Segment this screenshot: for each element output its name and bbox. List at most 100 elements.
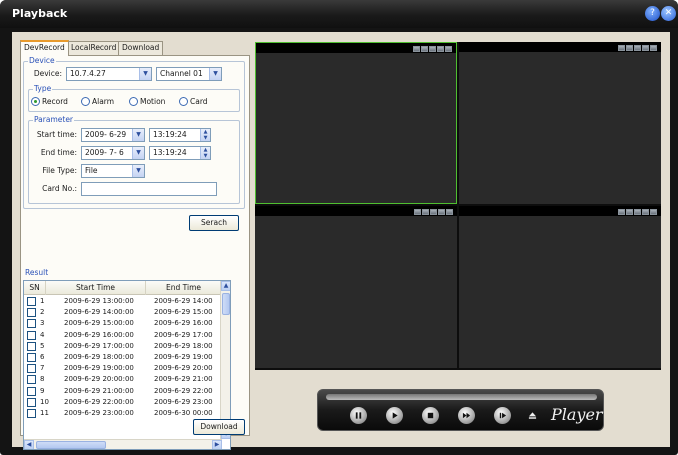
chevron-down-icon[interactable]: ▼	[209, 68, 221, 80]
video-pane-3[interactable]	[255, 206, 457, 368]
row-end-time: 2009-6-29 23:00	[154, 397, 213, 406]
close-icon[interactable]	[445, 46, 452, 52]
row-checkbox[interactable]	[27, 330, 36, 340]
audio-icon[interactable]	[642, 45, 649, 51]
table-row[interactable]: 5 2009-6-29 17:00:00 2009-6-29 18:00	[24, 341, 222, 352]
scroll-thumb[interactable]	[36, 441, 106, 449]
row-checkbox[interactable]	[27, 397, 36, 407]
spin-updown-icon[interactable]: ▲ ▼	[200, 147, 210, 159]
snapshot-icon[interactable]	[414, 209, 421, 215]
end-time-spinner[interactable]: 13:19:24 ▲ ▼	[149, 146, 211, 160]
close-icon[interactable]	[446, 209, 453, 215]
record-icon[interactable]	[422, 209, 429, 215]
column-end-time[interactable]: End Time	[146, 281, 222, 295]
tab-download[interactable]: Download	[118, 41, 164, 55]
download-button[interactable]: Download	[193, 419, 245, 435]
radio-alarm[interactable]: Alarm	[81, 97, 114, 106]
spin-updown-icon[interactable]: ▲ ▼	[200, 129, 210, 141]
row-checkbox[interactable]	[27, 408, 36, 418]
record-icon[interactable]	[626, 209, 633, 215]
start-date-picker[interactable]: 2009- 6-29 ▼	[81, 128, 145, 142]
pause-button[interactable]	[350, 407, 367, 424]
table-row[interactable]: 10 2009-6-29 22:00:00 2009-6-29 23:00	[24, 397, 222, 408]
table-row[interactable]: 3 2009-6-29 15:00:00 2009-6-29 16:00	[24, 318, 222, 329]
device-label: Device:	[33, 69, 62, 78]
chevron-down-icon[interactable]: ▼	[132, 165, 144, 177]
device-select[interactable]: 10.7.4.27 ▼	[66, 67, 152, 81]
chevron-down-icon[interactable]: ▼	[132, 129, 144, 141]
table-row[interactable]: 2 2009-6-29 14:00:00 2009-6-29 15:00	[24, 307, 222, 318]
zoom-icon[interactable]	[634, 45, 641, 51]
record-icon[interactable]	[626, 45, 633, 51]
column-sn[interactable]: SN	[24, 281, 46, 295]
video-pane-4[interactable]	[459, 206, 661, 368]
snapshot-icon[interactable]	[413, 46, 420, 52]
stop-button[interactable]	[422, 407, 439, 424]
card-no-input[interactable]	[81, 182, 217, 196]
video-pane-2[interactable]	[459, 42, 661, 204]
close-icon[interactable]: ✕	[661, 6, 676, 21]
row-checkbox[interactable]	[27, 297, 36, 306]
tab-devrecord[interactable]: DevRecord	[20, 40, 69, 56]
progress-slider[interactable]	[326, 394, 597, 400]
table-row[interactable]: 4 2009-6-29 16:00:00 2009-6-29 17:00	[24, 330, 222, 341]
close-icon[interactable]	[650, 45, 657, 51]
play-button[interactable]	[386, 407, 403, 424]
column-start-time[interactable]: Start Time	[46, 281, 146, 295]
audio-icon[interactable]	[438, 209, 445, 215]
row-start-time: 2009-6-29 21:00:00	[64, 386, 134, 395]
start-time-value: 13:19:24	[153, 130, 187, 139]
step-forward-button[interactable]	[494, 407, 511, 424]
close-icon[interactable]	[650, 209, 657, 215]
channel-select[interactable]: Channel 01 ▼	[156, 67, 222, 81]
audio-icon[interactable]	[437, 46, 444, 52]
row-checkbox[interactable]	[27, 352, 36, 362]
row-checkbox[interactable]	[27, 308, 36, 318]
horizontal-scrollbar[interactable]: ◀ ▶	[24, 439, 222, 449]
table-row[interactable]: 11 2009-6-29 23:00:00 2009-6-30 00:00	[24, 408, 222, 419]
eject-button[interactable]	[524, 407, 541, 424]
row-sn: 3	[40, 319, 45, 328]
row-checkbox[interactable]	[27, 386, 36, 396]
file-type-select[interactable]: File ▼	[81, 164, 145, 178]
radio-record[interactable]: Record	[31, 97, 68, 106]
zoom-icon[interactable]	[430, 209, 437, 215]
chevron-down-icon[interactable]: ▼	[139, 68, 151, 80]
tab-localrecord[interactable]: LocalRecord	[67, 41, 121, 55]
row-checkbox[interactable]	[27, 375, 36, 385]
playback-window: Playback ? ✕ DevRecord LocalRecord Downl…	[0, 0, 678, 455]
start-time-spinner[interactable]: 13:19:24 ▲ ▼	[149, 128, 211, 142]
devrecord-page: Device Device: 10.7.4.27 ▼ Channel 01 ▼ …	[20, 55, 250, 450]
row-checkbox[interactable]	[27, 341, 36, 351]
table-row[interactable]: 8 2009-6-29 20:00:00 2009-6-29 21:00	[24, 374, 222, 385]
scroll-left-icon[interactable]: ◀	[24, 440, 34, 449]
table-row[interactable]: 7 2009-6-29 19:00:00 2009-6-29 20:00	[24, 363, 222, 374]
search-button[interactable]: Serach	[189, 215, 239, 231]
table-row[interactable]: 6 2009-6-29 18:00:00 2009-6-29 19:00	[24, 352, 222, 363]
scroll-thumb[interactable]	[222, 293, 230, 315]
help-icon[interactable]: ?	[645, 6, 660, 21]
table-row[interactable]: 9 2009-6-29 21:00:00 2009-6-29 22:00	[24, 386, 222, 397]
row-checkbox[interactable]	[27, 364, 36, 374]
chevron-down-icon[interactable]: ▼	[132, 147, 144, 159]
record-icon[interactable]	[421, 46, 428, 52]
end-date-picker[interactable]: 2009- 7- 6 ▼	[81, 146, 145, 160]
zoom-icon[interactable]	[429, 46, 436, 52]
radio-dot-icon	[129, 97, 138, 106]
row-end-time: 2009-6-29 14:00	[154, 297, 213, 305]
row-end-time: 2009-6-29 19:00	[154, 352, 213, 361]
row-checkbox[interactable]	[27, 319, 36, 329]
snapshot-icon[interactable]	[618, 209, 625, 215]
scroll-up-icon[interactable]: ▲	[221, 281, 230, 291]
end-time-label: End time:	[40, 148, 77, 157]
vertical-scrollbar[interactable]: ▲ ▼	[220, 281, 230, 439]
video-pane-1[interactable]	[255, 42, 457, 204]
scroll-right-icon[interactable]: ▶	[212, 440, 222, 449]
radio-card[interactable]: Card	[179, 97, 208, 106]
audio-icon[interactable]	[642, 209, 649, 215]
radio-motion[interactable]: Motion	[129, 97, 165, 106]
zoom-icon[interactable]	[634, 209, 641, 215]
table-row[interactable]: 1 2009-6-29 13:00:00 2009-6-29 14:00	[24, 296, 222, 307]
fast-forward-button[interactable]	[458, 407, 475, 424]
snapshot-icon[interactable]	[618, 45, 625, 51]
